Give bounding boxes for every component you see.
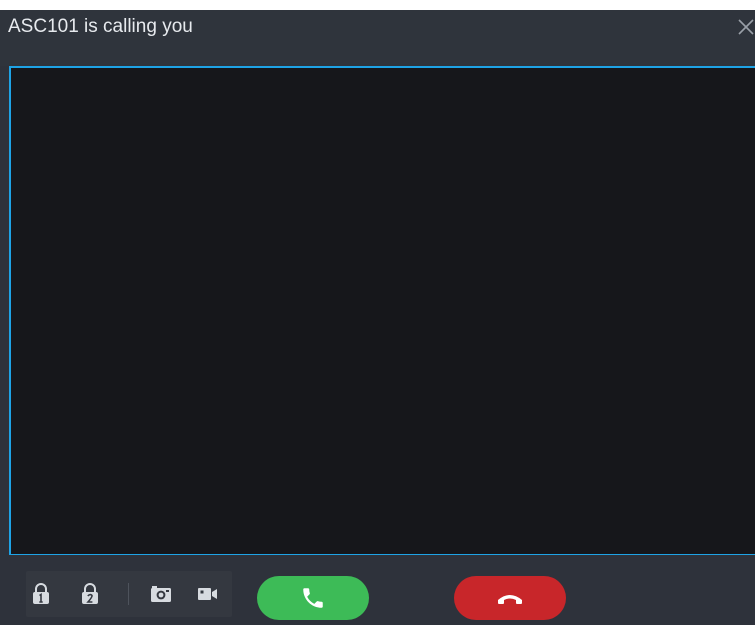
lock-1-icon	[33, 583, 49, 604]
close-icon	[738, 19, 754, 35]
phone-hangup-icon	[498, 595, 522, 604]
video-camera-icon	[198, 588, 217, 600]
window-title: ASC101 is calling you	[8, 16, 193, 37]
call-toolbar	[0, 555, 755, 625]
camera-icon	[151, 586, 171, 602]
title-bar: ASC101 is calling you	[0, 10, 755, 66]
unlock-door-1-button[interactable]	[27, 571, 55, 617]
phone-icon	[303, 588, 323, 608]
video-preview-area	[9, 66, 755, 556]
accept-call-button[interactable]	[257, 576, 369, 620]
record-button[interactable]	[194, 571, 222, 617]
intercom-call-window: ASC101 is calling you	[0, 10, 755, 625]
close-button[interactable]	[733, 12, 755, 38]
hangup-call-button[interactable]	[454, 576, 566, 620]
snapshot-button[interactable]	[147, 571, 175, 617]
lock-2-icon	[82, 583, 98, 604]
tool-group	[26, 571, 232, 617]
unlock-door-2-button[interactable]	[76, 571, 104, 617]
toolbar-divider	[128, 583, 129, 605]
